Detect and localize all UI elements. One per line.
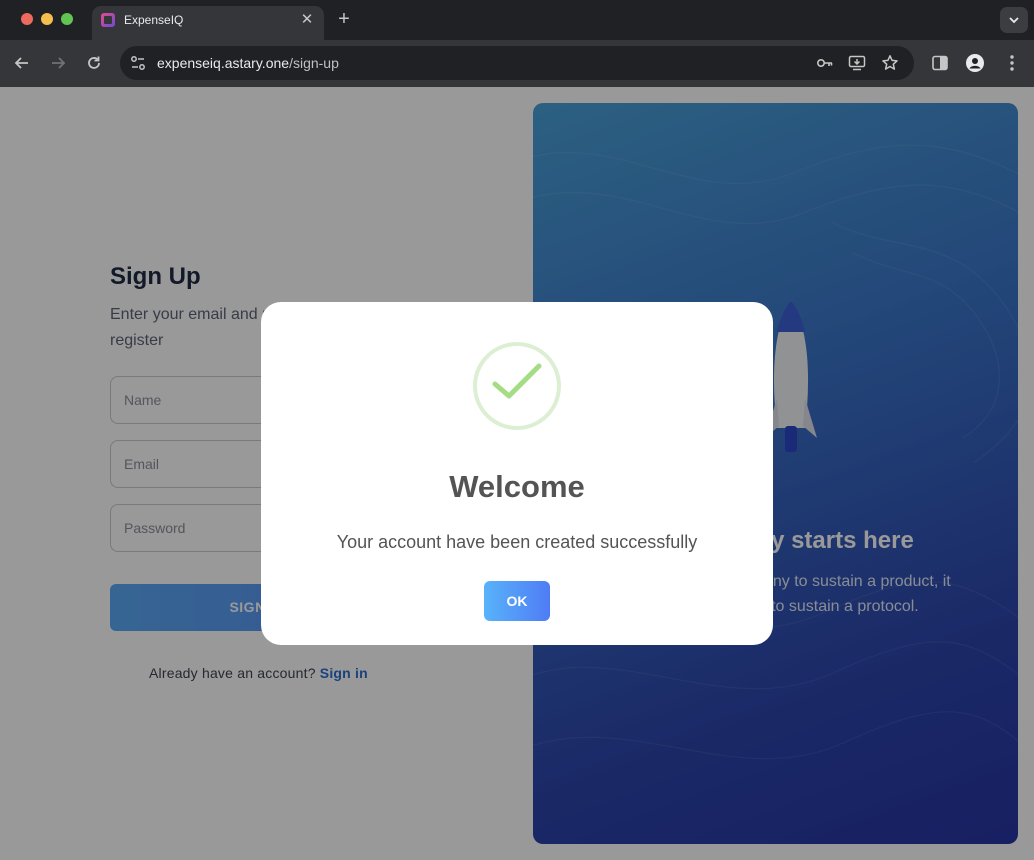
browser-toolbar: expenseiq.astary.one/sign-up [0,40,1034,87]
url-text: expenseiq.astary.one/sign-up [157,55,339,71]
browser-tab-bar: ExpenseIQ ✕ + [0,0,1034,40]
maximize-window-button[interactable] [61,13,73,25]
install-app-icon[interactable] [848,54,866,72]
side-panel-icon[interactable] [930,53,950,73]
dialog-title: Welcome [449,469,585,504]
forward-button[interactable] [47,52,69,74]
site-settings-icon[interactable] [128,53,148,73]
dialog-message: Your account have been created successfu… [336,532,698,552]
address-bar[interactable]: expenseiq.astary.one/sign-up [120,46,914,80]
chevron-down-icon [1009,17,1019,24]
browser-tab[interactable]: ExpenseIQ ✕ [92,6,324,40]
profile-avatar-icon[interactable] [965,53,985,73]
tab-search-button[interactable] [1000,7,1028,33]
success-check-icon [473,342,561,430]
tab-close-icon[interactable]: ✕ [298,11,316,29]
arrow-left-icon [14,57,28,69]
more-menu-icon[interactable] [1002,53,1022,73]
page-content: Sign Up Enter your email and password to… [0,87,1034,860]
new-tab-button[interactable]: + [334,8,354,30]
bookmark-star-icon[interactable] [881,54,899,72]
expenseiq-favicon-icon [101,13,115,27]
close-window-button[interactable] [21,13,33,25]
success-dialog: Welcome Your account have been created s… [261,302,773,645]
reload-icon [88,56,100,69]
reload-button[interactable] [83,52,105,74]
tab-title: ExpenseIQ [124,13,184,27]
check-icon [492,363,542,399]
url-domain: expenseiq.astary.one [157,55,290,71]
ok-button[interactable]: OK [484,581,550,621]
minimize-window-button[interactable] [41,13,53,25]
url-path: /sign-up [289,55,339,71]
key-icon[interactable] [816,54,834,72]
back-button[interactable] [11,52,33,74]
arrow-right-icon [52,57,66,69]
